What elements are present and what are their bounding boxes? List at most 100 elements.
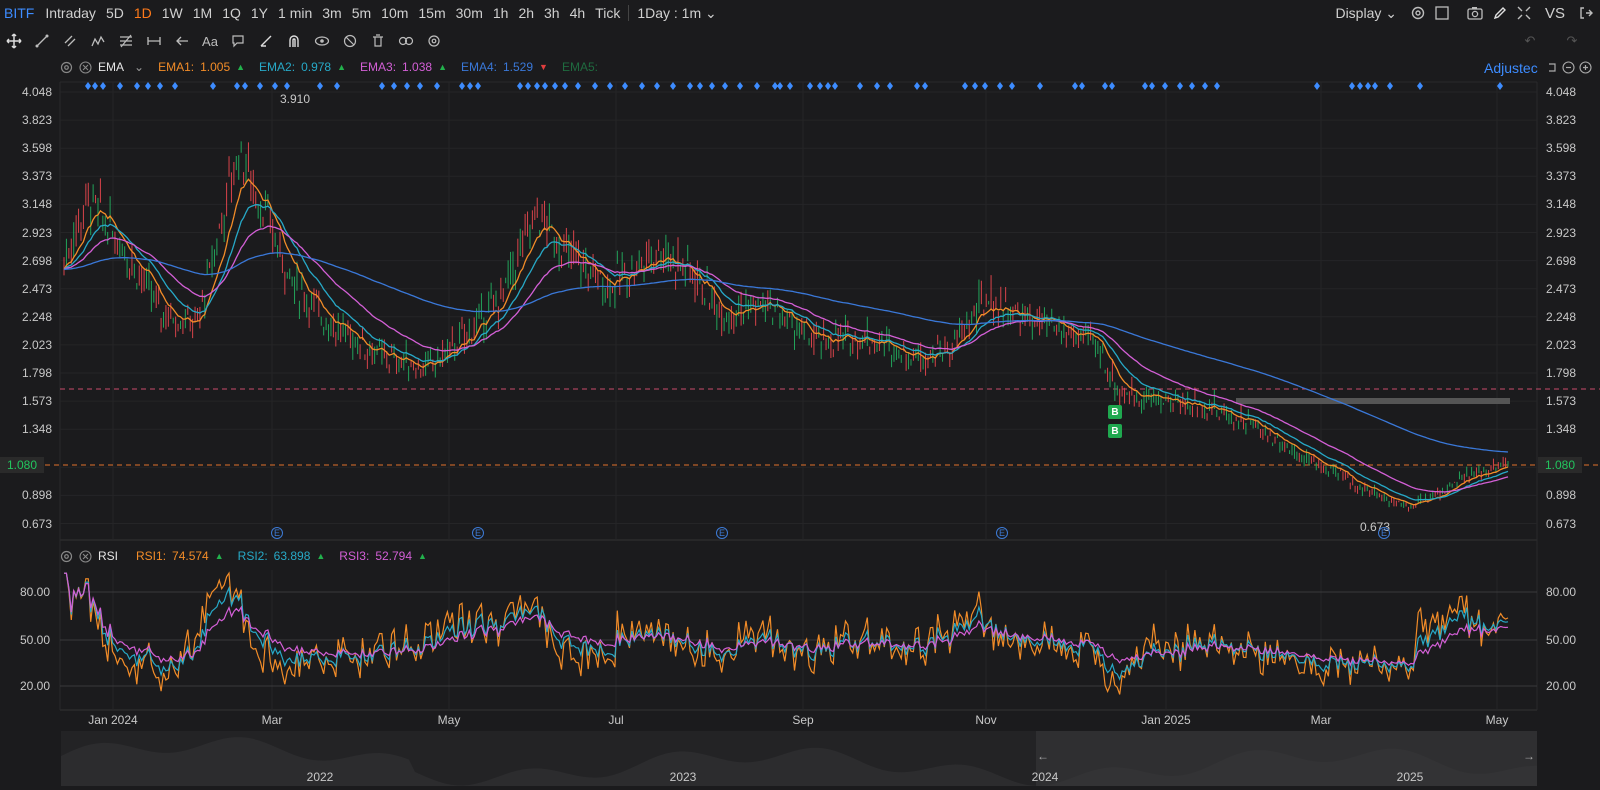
signal-diamond bbox=[1497, 82, 1503, 90]
buy-signal-marker[interactable]: B bbox=[1108, 424, 1122, 438]
restore-icon[interactable] bbox=[1545, 61, 1558, 77]
earnings-event-marker[interactable]: E bbox=[271, 527, 283, 539]
price-chart[interactable] bbox=[0, 0, 1600, 790]
timeframe-30m[interactable]: 30m bbox=[451, 5, 488, 21]
timeframe-3h[interactable]: 3h bbox=[539, 5, 565, 21]
signal-diamond bbox=[922, 82, 928, 90]
text-icon[interactable]: Aa bbox=[196, 30, 224, 52]
signal-diamond bbox=[687, 82, 693, 90]
gear-icon[interactable] bbox=[1410, 5, 1426, 21]
close-icon[interactable] bbox=[79, 60, 92, 74]
pattern-icon[interactable] bbox=[84, 30, 112, 52]
line-icon[interactable] bbox=[28, 30, 56, 52]
timeframe-1m[interactable]: 1M bbox=[188, 5, 217, 21]
layout-icon[interactable] bbox=[1434, 5, 1450, 21]
timeframe-2h[interactable]: 2h bbox=[513, 5, 539, 21]
eye-icon[interactable] bbox=[308, 30, 336, 52]
timeframe-10m[interactable]: 10m bbox=[376, 5, 413, 21]
chevron-down-icon[interactable]: ⌄ bbox=[134, 60, 144, 74]
move-icon[interactable] bbox=[0, 30, 28, 52]
rsi3-value: 52.794 bbox=[375, 549, 413, 563]
ema-indicator-name[interactable]: EMA bbox=[98, 60, 124, 74]
magnet-icon[interactable] bbox=[280, 30, 308, 52]
signal-diamond bbox=[575, 82, 581, 90]
timeframe-1y[interactable]: 1Y bbox=[246, 5, 273, 21]
ema4-line bbox=[63, 252, 1509, 453]
zoom-out-icon[interactable] bbox=[1562, 61, 1575, 77]
signal-diamond bbox=[117, 82, 123, 90]
signal-diamond bbox=[134, 82, 140, 90]
fullscreen-icon[interactable] bbox=[1516, 5, 1532, 21]
exit-icon[interactable] bbox=[1578, 5, 1594, 21]
price-tick-label: 0.898 bbox=[22, 488, 53, 503]
redo-icon[interactable]: ↷ bbox=[1558, 30, 1586, 52]
date-tick-label: May bbox=[1485, 713, 1509, 727]
timeframe-1w[interactable]: 1W bbox=[157, 5, 188, 21]
ema1-value: 1.005 bbox=[200, 60, 231, 74]
rsi-tick-label: 20.00 bbox=[20, 679, 51, 693]
timeframe-4h[interactable]: 4h bbox=[565, 5, 591, 21]
gear-icon[interactable] bbox=[60, 61, 73, 74]
signal-diamond bbox=[517, 82, 523, 90]
earnings-event-marker[interactable]: E bbox=[472, 527, 484, 539]
fibonacci-icon[interactable] bbox=[112, 30, 140, 52]
timeframe-intraday[interactable]: Intraday bbox=[40, 5, 101, 21]
interval-selector[interactable]: 1Day : 1m ⌄ bbox=[632, 5, 721, 22]
price-tick-label: 2.248 bbox=[1546, 309, 1577, 324]
timeframe-1q[interactable]: 1Q bbox=[217, 5, 246, 21]
time-navigator[interactable]: ← → bbox=[61, 731, 1537, 786]
comment-icon[interactable] bbox=[224, 30, 252, 52]
hide-icon[interactable] bbox=[336, 30, 364, 52]
gear-icon[interactable] bbox=[60, 550, 73, 563]
earnings-event-marker[interactable]: E bbox=[1378, 527, 1390, 539]
signal-diamond bbox=[562, 82, 568, 90]
signal-diamond bbox=[467, 82, 473, 90]
price-tick-label: 3.373 bbox=[1546, 169, 1577, 184]
arrow-icon[interactable] bbox=[168, 30, 196, 52]
symbol-label[interactable]: BITF bbox=[0, 5, 40, 21]
measure-icon[interactable] bbox=[140, 30, 168, 52]
settings-icon[interactable] bbox=[420, 30, 448, 52]
navigator-year-label: 2024 bbox=[1031, 770, 1059, 784]
navigator-left-handle[interactable]: ← bbox=[1037, 749, 1049, 763]
signal-diamond bbox=[654, 82, 660, 90]
signal-diamond bbox=[1037, 82, 1043, 90]
trash-icon[interactable] bbox=[364, 30, 392, 52]
ema3-label: EMA3: bbox=[360, 60, 397, 74]
undo-icon[interactable]: ↶ bbox=[1516, 30, 1544, 52]
current-price-tag-left: 1.080 bbox=[0, 457, 44, 473]
rsi-tick-label: 80.00 bbox=[1546, 585, 1577, 599]
channel-icon[interactable] bbox=[56, 30, 84, 52]
zoom-in-icon[interactable] bbox=[1579, 61, 1592, 77]
rsi-indicator-name[interactable]: RSI bbox=[98, 549, 118, 563]
display-button[interactable]: Display ⌄ bbox=[1330, 5, 1402, 22]
timeframe-3m[interactable]: 3m bbox=[317, 5, 346, 21]
signal-diamond bbox=[914, 82, 920, 90]
date-tick-label: Jan 2024 bbox=[88, 713, 138, 727]
rsi1-label: RSI1: bbox=[136, 549, 167, 563]
price-tick-label: 1.348 bbox=[1546, 422, 1577, 437]
timeframe-15m[interactable]: 15m bbox=[413, 5, 450, 21]
signal-diamond bbox=[317, 82, 323, 90]
compare-button[interactable]: VS bbox=[1540, 5, 1570, 22]
timeframe-1-min[interactable]: 1 min bbox=[273, 5, 317, 21]
timeframe-5d[interactable]: 5D bbox=[101, 5, 129, 21]
rsi-tick-label: 50.00 bbox=[1546, 633, 1577, 647]
earnings-event-marker[interactable]: E bbox=[716, 527, 728, 539]
close-icon[interactable] bbox=[79, 549, 92, 563]
signal-diamond bbox=[737, 82, 743, 90]
timeframe-5m[interactable]: 5m bbox=[347, 5, 376, 21]
link-icon[interactable] bbox=[392, 30, 420, 52]
price-tick-label: 1.573 bbox=[22, 394, 53, 409]
timeframe-1d[interactable]: 1D bbox=[129, 5, 157, 21]
earnings-event-marker[interactable]: E bbox=[996, 527, 1008, 539]
timeframe-tick[interactable]: Tick bbox=[590, 5, 625, 21]
navigator-right-handle[interactable]: → bbox=[1523, 749, 1535, 763]
buy-signal-marker[interactable]: B bbox=[1108, 405, 1122, 419]
date-tick-label: May bbox=[437, 713, 461, 727]
timeframe-1h[interactable]: 1h bbox=[488, 5, 514, 21]
camera-icon[interactable] bbox=[1466, 5, 1484, 21]
pencil-icon[interactable] bbox=[1492, 5, 1508, 21]
signal-diamond bbox=[1214, 82, 1220, 90]
brush-icon[interactable] bbox=[252, 30, 280, 52]
